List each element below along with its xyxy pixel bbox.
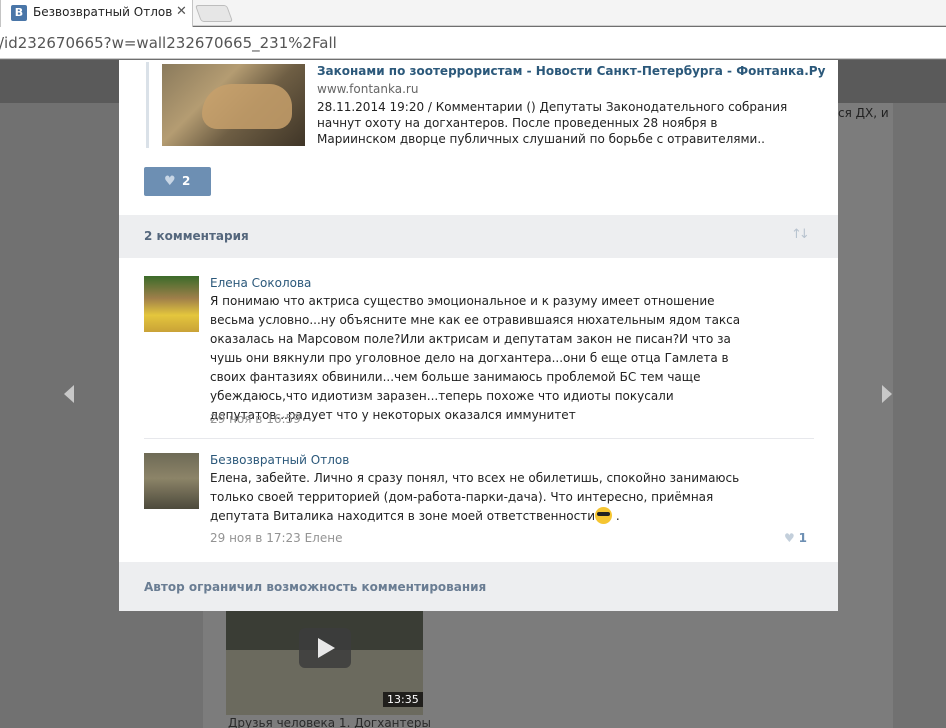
url-text[interactable]: /id232670665?w=wall232670665_231%2Fall bbox=[0, 33, 337, 53]
comment-author[interactable]: Безвозвратный Отлов bbox=[210, 453, 349, 467]
shared-link-description: 28.11.2014 19:20 / Комментарии () Депута… bbox=[317, 100, 788, 146]
new-tab-button[interactable] bbox=[194, 5, 234, 22]
browser-tabstrip: В Безвозвратный Отлов | В ✕ bbox=[0, 0, 946, 27]
comment-author[interactable]: Елена Соколова bbox=[210, 276, 311, 290]
sunglasses-emoji-icon bbox=[595, 507, 613, 524]
comment-date[interactable]: 29 ноя в 17:23 Елене bbox=[210, 531, 342, 545]
background-video-thumbnail[interactable]: 13:35 bbox=[226, 610, 423, 715]
avatar[interactable] bbox=[144, 276, 199, 332]
comment: Безвозвратный Отлов Елена, забейте. Личн… bbox=[144, 438, 814, 553]
background-video-caption[interactable]: Друзья человека 1. Догхантеры bbox=[228, 716, 431, 728]
tab-close-icon[interactable]: ✕ bbox=[176, 4, 187, 19]
comment-like-count: 1 bbox=[798, 531, 807, 545]
comment-text-suffix: . bbox=[612, 509, 620, 523]
shared-link-attachment[interactable]: Законами по зоотеррористам - Новости Сан… bbox=[146, 62, 825, 148]
shared-link-domain: www.fontanka.ru bbox=[317, 82, 419, 96]
sort-icon[interactable]: ↑↓ bbox=[791, 227, 810, 242]
comments-closed-notice: Автор ограничил возможность комментирова… bbox=[144, 580, 487, 594]
heart-icon: ♥ bbox=[164, 174, 176, 189]
comment: Елена Соколова Я понимаю что актриса сущ… bbox=[144, 276, 814, 436]
post-popup: Законами по зоотеррористам - Новости Сан… bbox=[119, 60, 838, 611]
address-bar[interactable]: /id232670665?w=wall232670665_231%2Fall bbox=[0, 27, 946, 59]
browser-tab[interactable]: В Безвозвратный Отлов | В ✕ bbox=[0, 0, 193, 27]
comments-closed-bar: Автор ограничил возможность комментирова… bbox=[119, 562, 838, 611]
comment-like-button[interactable]: ♥ 1 bbox=[784, 531, 807, 545]
like-count: 2 bbox=[182, 174, 191, 188]
shared-link-thumbnail[interactable] bbox=[162, 64, 305, 146]
heart-icon: ♥ bbox=[784, 531, 795, 545]
comment-text-container: Елена, забейте. Лично я сразу понял, что… bbox=[210, 469, 755, 526]
comment-text: Я понимаю что актриса существо эмоционал… bbox=[210, 294, 741, 422]
dog-image bbox=[202, 84, 292, 129]
comments-count: 2 комментария bbox=[144, 229, 249, 243]
tab-title: Безвозвратный Отлов | В bbox=[33, 5, 173, 19]
vk-favicon-icon: В bbox=[11, 5, 27, 21]
comment-text: Елена, забейте. Лично я сразу понял, что… bbox=[210, 471, 740, 523]
play-icon[interactable] bbox=[299, 628, 351, 668]
like-button[interactable]: ♥ 2 bbox=[144, 167, 211, 196]
video-duration: 13:35 bbox=[383, 692, 423, 707]
comments-header: 2 комментария ↑↓ bbox=[119, 215, 838, 258]
comment-date[interactable]: 29 ноя в 16:59 bbox=[210, 412, 301, 426]
previous-arrow-icon[interactable] bbox=[64, 385, 74, 403]
shared-link-title[interactable]: Законами по зоотеррористам - Новости Сан… bbox=[317, 64, 825, 78]
next-arrow-icon[interactable] bbox=[882, 385, 892, 403]
background-text: ся ДХ, и bbox=[838, 106, 889, 120]
avatar[interactable] bbox=[144, 453, 199, 509]
